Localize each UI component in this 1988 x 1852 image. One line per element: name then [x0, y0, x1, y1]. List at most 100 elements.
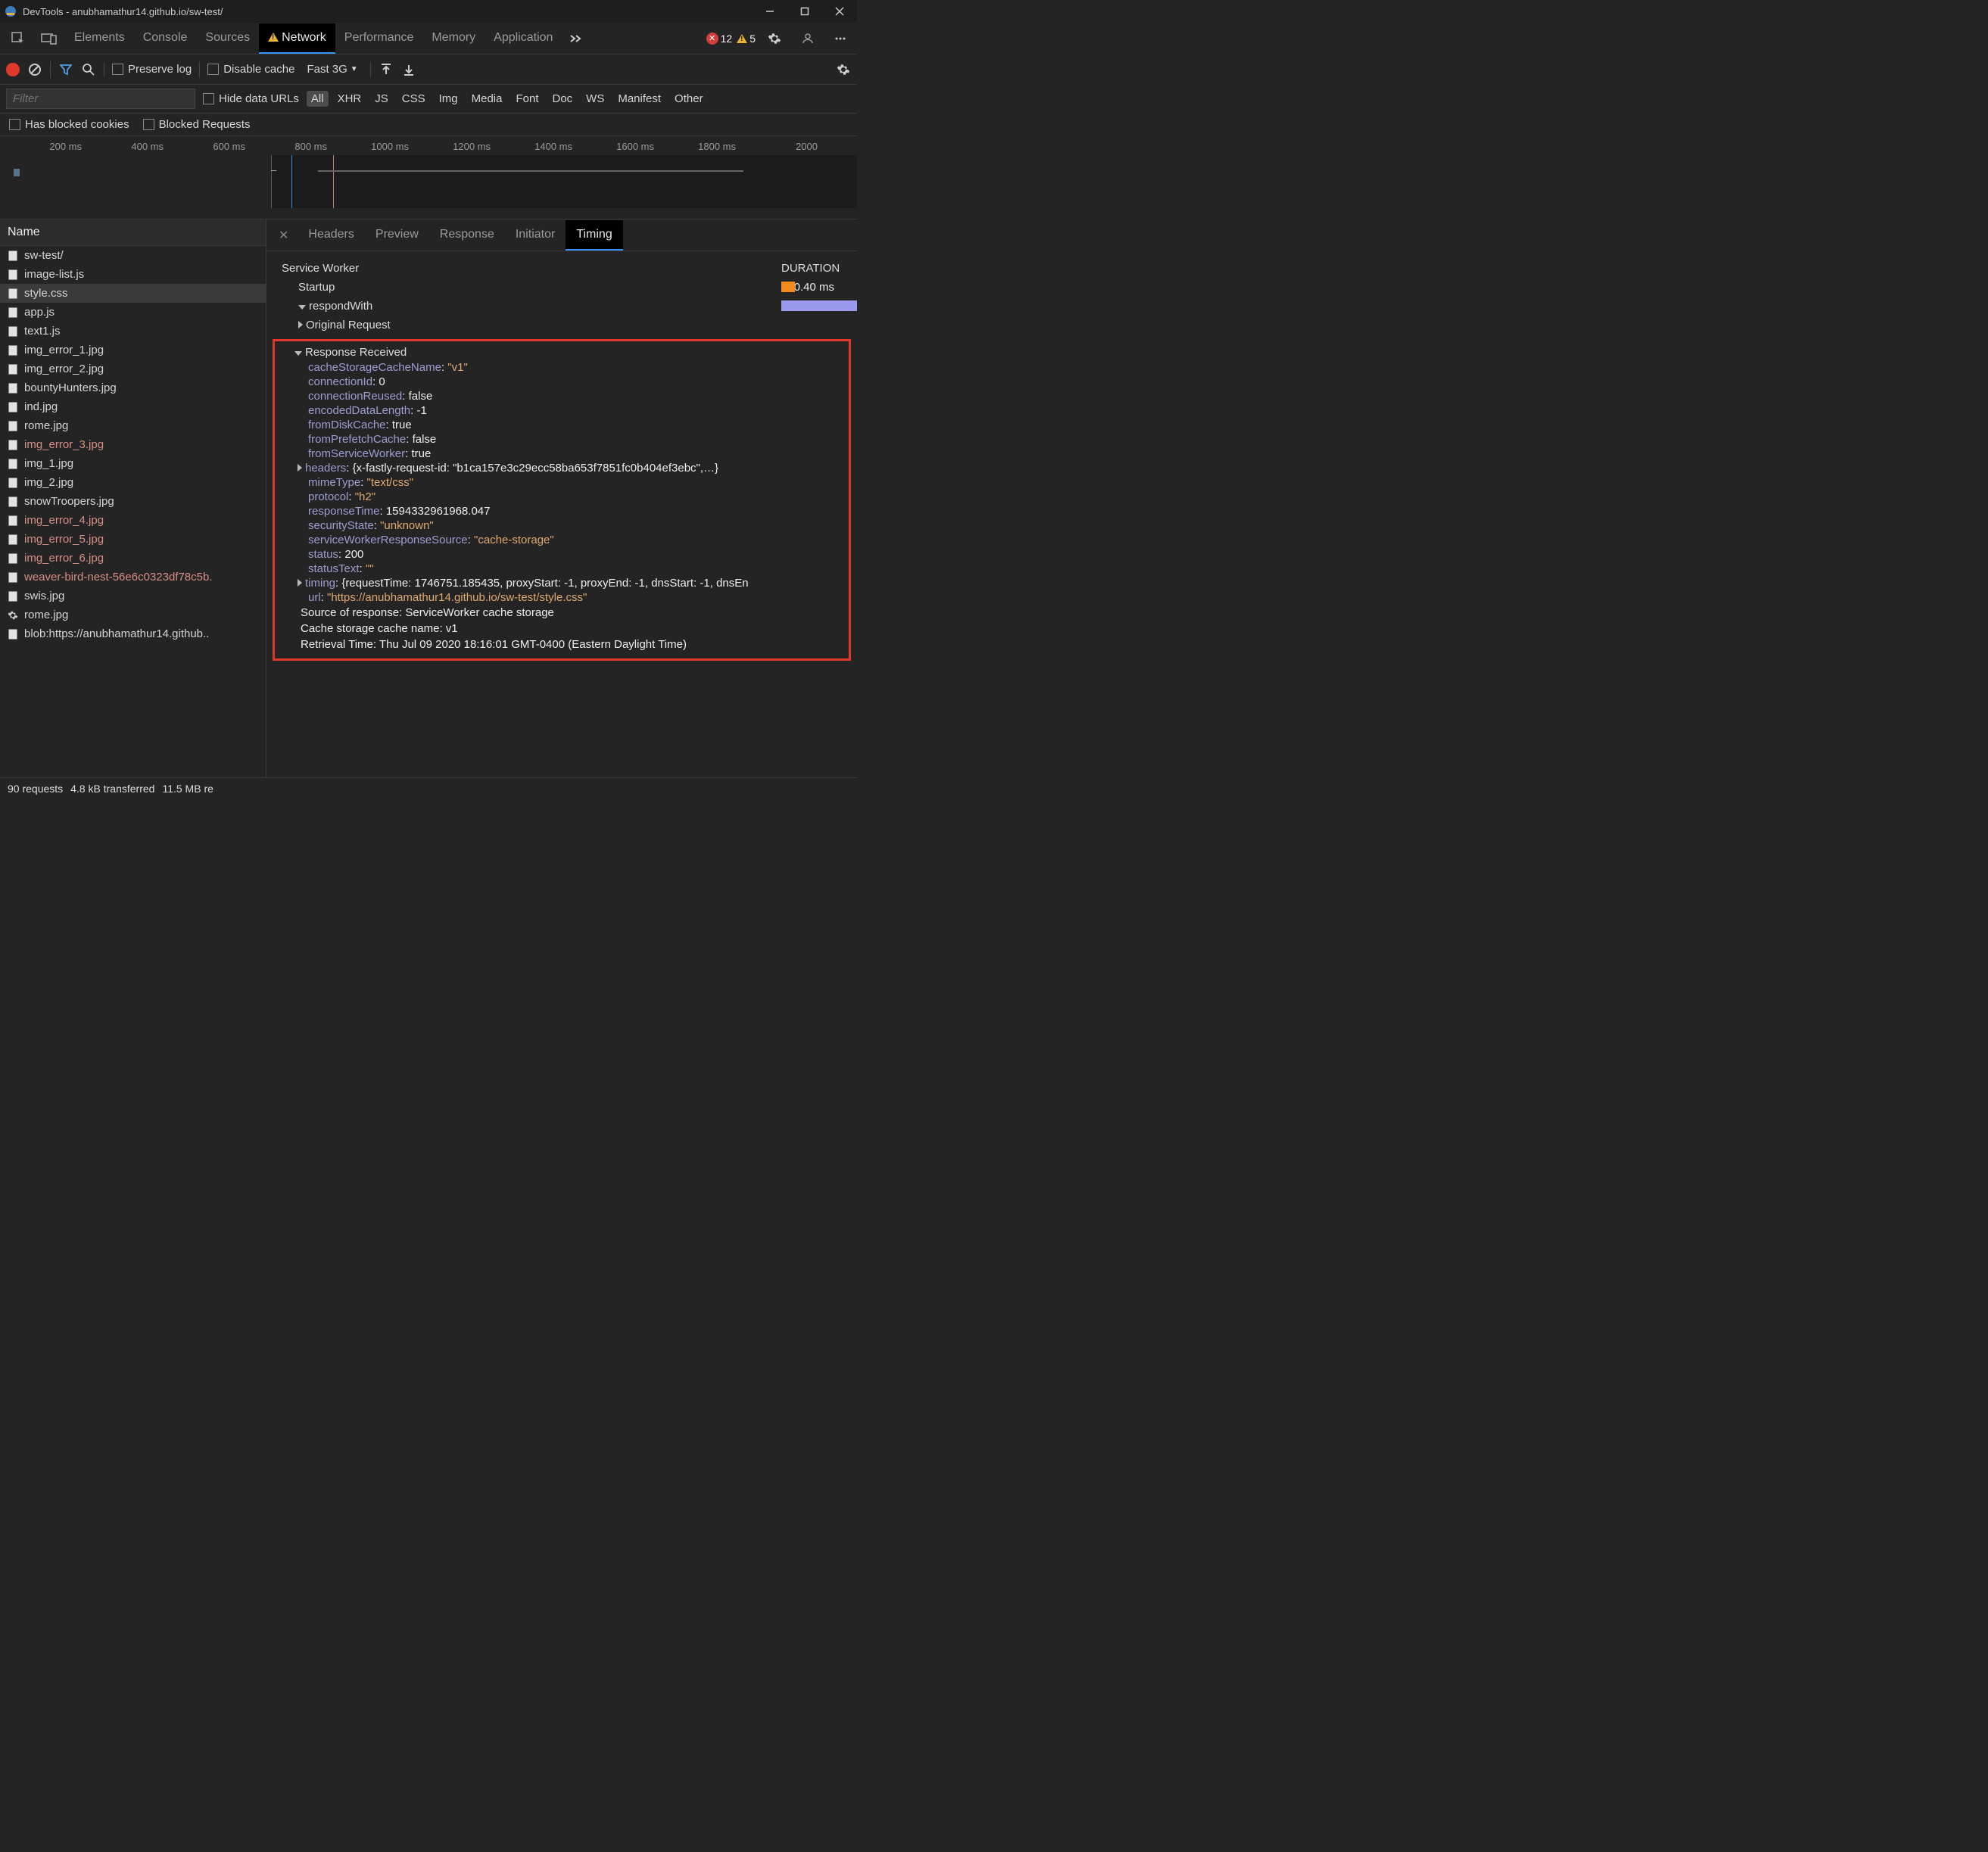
request-name: bountyHunters.jpg — [24, 381, 117, 394]
filter-icon[interactable] — [58, 62, 73, 77]
request-row[interactable]: img_error_4.jpg — [0, 511, 266, 530]
response-property[interactable]: status: 200 — [278, 547, 846, 562]
settings-icon[interactable] — [760, 27, 789, 50]
response-property[interactable]: url: "https://anubhamathur14.github.io/s… — [278, 590, 846, 605]
tab-application[interactable]: Application — [485, 23, 562, 54]
close-button[interactable] — [822, 0, 857, 23]
filter-type-other[interactable]: Other — [670, 91, 708, 107]
detail-tab-response[interactable]: Response — [429, 220, 505, 251]
response-property[interactable]: responseTime: 1594332961968.047 — [278, 504, 846, 518]
request-row[interactable]: style.css — [0, 284, 266, 303]
tab-sources[interactable]: Sources — [196, 23, 259, 54]
tab-network[interactable]: Network — [259, 23, 335, 54]
response-property[interactable]: encodedDataLength: -1 — [278, 403, 846, 418]
request-row[interactable]: text1.js — [0, 322, 266, 341]
filter-type-xhr[interactable]: XHR — [333, 91, 366, 107]
file-icon — [8, 402, 18, 412]
response-property[interactable]: protocol: "h2" — [278, 490, 846, 504]
request-row[interactable]: ind.jpg — [0, 397, 266, 416]
request-row[interactable]: img_error_6.jpg — [0, 549, 266, 568]
timeline-overview[interactable]: 200 ms400 ms600 ms800 ms1000 ms1200 ms14… — [0, 136, 857, 219]
request-row[interactable]: image-list.js — [0, 265, 266, 284]
response-property[interactable]: statusText: "" — [278, 562, 846, 576]
more-tabs-chevron-icon[interactable] — [562, 29, 590, 48]
request-row[interactable]: rome.jpg — [0, 416, 266, 435]
has-blocked-cookies-checkbox[interactable]: Has blocked cookies — [9, 118, 129, 131]
filter-type-all[interactable]: All — [307, 91, 329, 107]
download-har-icon[interactable] — [401, 62, 416, 77]
status-resources: 11.5 MB re — [162, 783, 213, 795]
request-row[interactable]: snowTroopers.jpg — [0, 492, 266, 511]
device-toolbar-icon[interactable] — [33, 27, 65, 50]
request-row[interactable]: img_2.jpg — [0, 473, 266, 492]
filter-type-media[interactable]: Media — [467, 91, 507, 107]
request-row[interactable]: img_1.jpg — [0, 454, 266, 473]
blocked-requests-label: Blocked Requests — [159, 118, 251, 131]
search-icon[interactable] — [81, 62, 96, 77]
error-count-badge[interactable]: ✕ 12 — [706, 33, 733, 45]
record-button[interactable] — [6, 63, 20, 76]
hide-data-urls-checkbox[interactable]: Hide data URLs — [203, 92, 299, 105]
response-property[interactable]: securityState: "unknown" — [278, 518, 846, 533]
blocked-requests-checkbox[interactable]: Blocked Requests — [143, 118, 251, 131]
response-property[interactable]: cacheStorageCacheName: "v1" — [278, 360, 846, 375]
inspect-element-icon[interactable] — [3, 26, 33, 51]
tab-elements[interactable]: Elements — [65, 23, 134, 54]
maximize-button[interactable] — [787, 0, 822, 23]
response-property[interactable]: serviceWorkerResponseSource: "cache-stor… — [278, 533, 846, 547]
detail-tab-timing[interactable]: Timing — [566, 220, 622, 251]
response-property[interactable]: fromDiskCache: true — [278, 418, 846, 432]
response-property[interactable]: connectionReused: false — [278, 389, 846, 403]
request-row[interactable]: blob:https://anubhamathur14.github.. — [0, 624, 266, 643]
disable-cache-checkbox[interactable]: Disable cache — [207, 63, 294, 76]
response-property[interactable]: mimeType: "text/css" — [278, 475, 846, 490]
filter-type-doc[interactable]: Doc — [547, 91, 577, 107]
filter-type-font[interactable]: Font — [511, 91, 543, 107]
timeline-load-line — [291, 155, 292, 208]
response-property[interactable]: fromServiceWorker: true — [278, 447, 846, 461]
response-property[interactable]: connectionId: 0 — [278, 375, 846, 389]
request-row[interactable]: swis.jpg — [0, 587, 266, 605]
request-row[interactable]: img_error_1.jpg — [0, 341, 266, 360]
account-icon[interactable] — [793, 27, 822, 50]
tab-memory[interactable]: Memory — [422, 23, 485, 54]
filter-input[interactable] — [6, 89, 195, 109]
request-row[interactable]: img_error_3.jpg — [0, 435, 266, 454]
filter-bar-2: Has blocked cookies Blocked Requests — [0, 114, 857, 136]
kebab-menu-icon[interactable] — [827, 28, 854, 49]
tab-console[interactable]: Console — [134, 23, 197, 54]
request-row[interactable]: app.js — [0, 303, 266, 322]
timing-label[interactable]: respondWith — [282, 300, 524, 313]
request-row[interactable]: rome.jpg — [0, 605, 266, 624]
preserve-log-checkbox[interactable]: Preserve log — [112, 63, 192, 76]
request-row[interactable]: img_error_2.jpg — [0, 360, 266, 378]
filter-type-ws[interactable]: WS — [581, 91, 609, 107]
filter-type-css[interactable]: CSS — [397, 91, 430, 107]
original-request-row[interactable]: Original Request — [282, 319, 524, 331]
network-settings-icon[interactable] — [836, 62, 851, 77]
response-received-row[interactable]: Response Received — [278, 344, 846, 360]
clear-icon[interactable] — [27, 62, 42, 77]
upload-har-icon[interactable] — [379, 62, 394, 77]
detail-tab-initiator[interactable]: Initiator — [505, 220, 566, 251]
filter-type-manifest[interactable]: Manifest — [613, 91, 665, 107]
minimize-button[interactable] — [753, 0, 787, 23]
response-property[interactable]: headers: {x-fastly-request-id: "b1ca157e… — [278, 461, 846, 475]
detail-tab-preview[interactable]: Preview — [365, 220, 429, 251]
filter-type-img[interactable]: Img — [435, 91, 463, 107]
file-icon — [8, 610, 18, 621]
close-details-icon[interactable]: ✕ — [273, 228, 294, 243]
timing-label[interactable]: Startup — [282, 281, 524, 294]
filter-type-js[interactable]: JS — [370, 91, 393, 107]
request-row[interactable]: bountyHunters.jpg — [0, 378, 266, 397]
warning-count-badge[interactable]: 5 — [737, 33, 756, 45]
response-property[interactable]: timing: {requestTime: 1746751.185435, pr… — [278, 576, 846, 590]
request-row[interactable]: weaver-bird-nest-56e6c0323df78c5b. — [0, 568, 266, 587]
throttle-select[interactable]: Fast 3G ▼ — [302, 63, 362, 76]
tab-performance[interactable]: Performance — [335, 23, 423, 54]
request-row[interactable]: sw-test/ — [0, 246, 266, 265]
detail-tab-headers[interactable]: Headers — [298, 220, 364, 251]
response-property[interactable]: fromPrefetchCache: false — [278, 432, 846, 447]
name-column-header[interactable]: Name — [0, 219, 266, 246]
request-row[interactable]: img_error_5.jpg — [0, 530, 266, 549]
